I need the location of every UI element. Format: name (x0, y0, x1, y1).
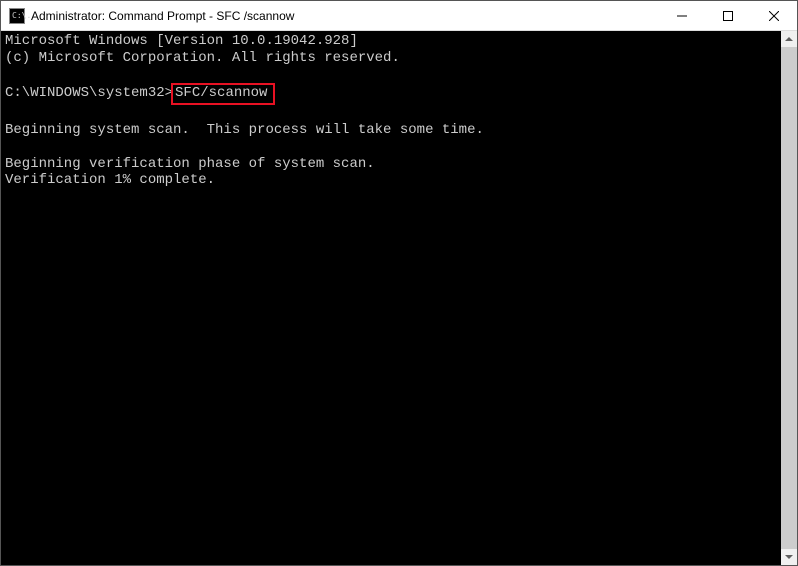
scroll-up-arrow-icon[interactable] (781, 31, 797, 47)
prompt-path: C:\WINDOWS\system32> (5, 85, 173, 101)
terminal-output[interactable]: Microsoft Windows [Version 10.0.19042.92… (1, 31, 781, 565)
command-highlight: SFC/scannow (171, 83, 275, 105)
output-line: Beginning verification phase of system s… (5, 156, 375, 172)
titlebar[interactable]: C:\. Administrator: Command Prompt - SFC… (1, 1, 797, 31)
window-title: Administrator: Command Prompt - SFC /sca… (31, 9, 659, 23)
scroll-down-arrow-icon[interactable] (781, 549, 797, 565)
output-line: Verification 1% complete. (5, 172, 215, 188)
close-button[interactable] (751, 1, 797, 30)
scroll-thumb[interactable] (781, 47, 797, 549)
command-text: SFC/scannow (175, 85, 267, 101)
output-line: Microsoft Windows [Version 10.0.19042.92… (5, 33, 358, 49)
window-controls (659, 1, 797, 30)
output-line: Beginning system scan. This process will… (5, 122, 484, 138)
scroll-track[interactable] (781, 47, 797, 549)
terminal-container: Microsoft Windows [Version 10.0.19042.92… (1, 31, 797, 565)
vertical-scrollbar[interactable] (781, 31, 797, 565)
maximize-button[interactable] (705, 1, 751, 30)
output-line: (c) Microsoft Corporation. All rights re… (5, 50, 400, 66)
minimize-button[interactable] (659, 1, 705, 30)
cmd-icon: C:\. (9, 8, 25, 24)
